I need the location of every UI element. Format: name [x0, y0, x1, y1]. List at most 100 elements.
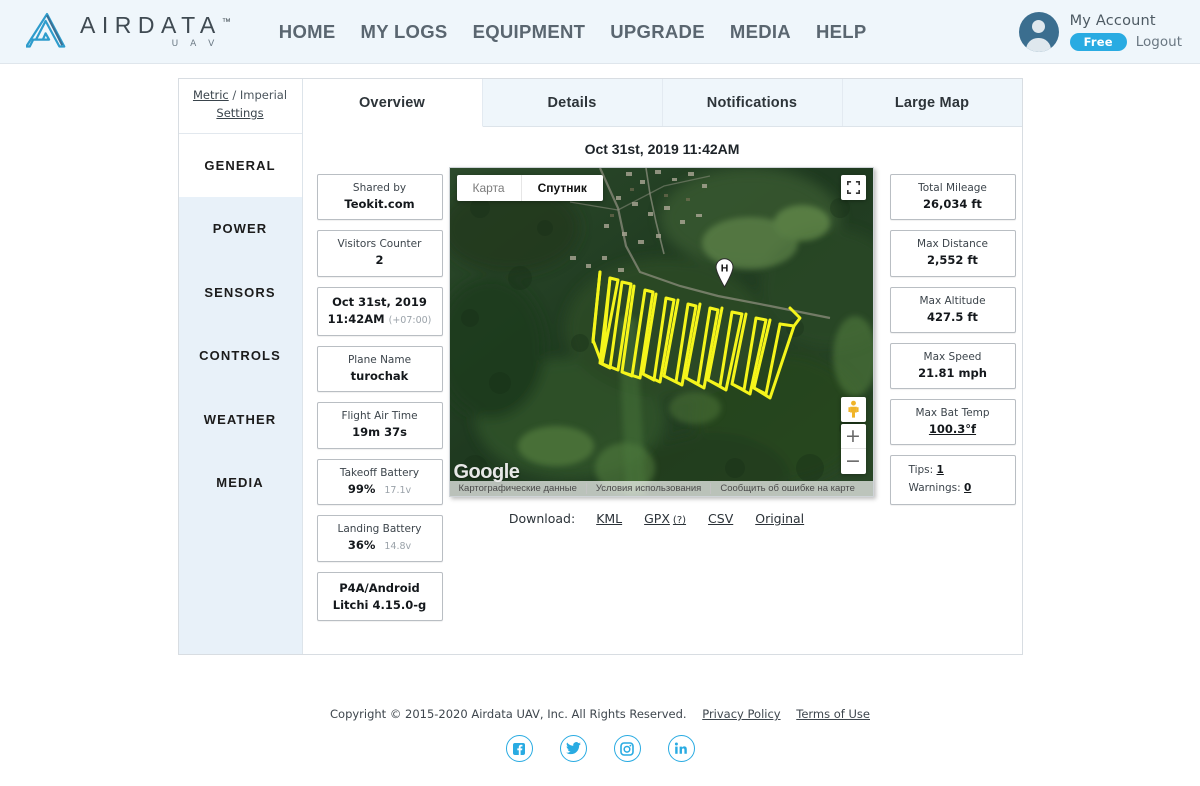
tab-notifications[interactable]: Notifications [663, 79, 843, 126]
card-flight-datetime: Oct 31st, 2019 11:42AM (+07:00) [316, 286, 443, 337]
plan-badge[interactable]: Free [1069, 32, 1127, 51]
privacy-policy-link[interactable]: Privacy Policy [702, 707, 780, 721]
card-landing-battery: Landing Battery 36% 14.8v [316, 515, 443, 562]
nav-home[interactable]: HOME [279, 21, 336, 43]
tab-details[interactable]: Details [483, 79, 663, 126]
nav-equipment[interactable]: EQUIPMENT [473, 21, 586, 43]
warnings-count[interactable]: 0 [964, 482, 971, 494]
street-view-pegman-icon [847, 400, 859, 418]
card-flight-timezone: (+07:00) [388, 314, 432, 326]
card-max-speed-value: 21.81 mph [918, 365, 987, 380]
home-marker[interactable]: H [714, 257, 735, 292]
copyright-text: Copyright © 2015-2020 Airdata UAV, Inc. … [330, 707, 687, 721]
airdata-triangle-logo-icon [26, 12, 66, 48]
overview-body: Shared by Teokit.com Visitors Counter 2 … [303, 167, 1022, 621]
map-fullscreen-button[interactable] [840, 175, 866, 200]
flight-date-heading: Oct 31st, 2019 11:42AM [584, 141, 740, 157]
panel-content: Overview Details Notifications Large Map… [302, 79, 1022, 654]
right-stats-column: Total Mileage 26,034 ft Max Distance 2,5… [889, 167, 1016, 621]
sidebar-item-media[interactable]: MEDIA [179, 451, 302, 515]
svg-text:H: H [721, 262, 729, 274]
sidebar-item-power[interactable]: POWER [179, 197, 302, 261]
terms-of-use-link[interactable]: Terms of Use [796, 707, 870, 721]
sidebar-item-sensors[interactable]: SENSORS [179, 261, 302, 325]
nav-upgrade[interactable]: UPGRADE [610, 21, 705, 43]
logout-link[interactable]: Logout [1136, 34, 1182, 50]
tips-label: Tips: [908, 464, 934, 477]
card-total-mileage-label: Total Mileage [918, 182, 987, 194]
instagram-glyph-icon [620, 741, 634, 756]
tab-overview[interactable]: Overview [302, 79, 483, 127]
brand-logo-area[interactable]: AIRDATA™ U A V [26, 12, 231, 52]
map-type-roadmap-button[interactable]: Карта [457, 175, 521, 201]
units-metric-link[interactable]: Metric [193, 88, 229, 102]
flight-map[interactable]: Карта Спутник H + − Google Картографичес… [448, 167, 874, 497]
card-device-app: P4A/Android Litchi 4.15.0-g [316, 571, 443, 621]
card-landing-battery-percent: 36% [347, 538, 376, 553]
map-type-control: Карта Спутник [456, 175, 603, 201]
tab-large-map[interactable]: Large Map [843, 79, 1022, 126]
account-area: My Account Free Logout [1018, 11, 1182, 52]
download-original-link[interactable]: Original [755, 511, 804, 526]
my-account-link[interactable]: My Account [1070, 13, 1182, 29]
download-csv-link[interactable]: CSV [708, 511, 733, 526]
twitter-icon[interactable] [559, 735, 587, 762]
card-flight-date: Oct 31st, 2019 [332, 294, 427, 309]
map-zoom-control: + − [840, 424, 866, 474]
units-imperial-label[interactable]: Imperial [240, 88, 287, 102]
card-air-time-value: 19m 37s [352, 425, 407, 440]
street-view-pegman-button[interactable] [840, 397, 866, 422]
fullscreen-icon [846, 181, 860, 194]
card-total-mileage: Total Mileage 26,034 ft [889, 174, 1016, 221]
instagram-icon[interactable] [613, 735, 641, 762]
twitter-glyph-icon [565, 742, 581, 755]
brand-name: AIRDATA [80, 12, 222, 38]
sidebar-item-weather[interactable]: WEATHER [179, 388, 302, 452]
card-plane-name: Plane Name turochak [316, 346, 443, 393]
card-max-distance: Max Distance 2,552 ft [889, 230, 1016, 277]
flight-overview-panel: Metric / Imperial Settings GENERAL POWER… [177, 78, 1023, 655]
sidebar-item-general[interactable]: GENERAL [178, 133, 302, 198]
settings-link[interactable]: Settings [216, 106, 263, 120]
sidebar-item-controls[interactable]: CONTROLS [179, 324, 302, 388]
card-flight-air-time: Flight Air Time 19m 37s [316, 402, 443, 449]
card-max-speed: Max Speed 21.81 mph [889, 342, 1016, 390]
card-max-distance-label: Max Distance [917, 238, 988, 251]
map-type-satellite-button[interactable]: Спутник [520, 175, 603, 201]
warnings-label: Warnings: [908, 481, 961, 494]
site-footer: Copyright © 2015-2020 Airdata UAV, Inc. … [0, 655, 1200, 762]
card-shared-by-value: Teokit.com [344, 197, 415, 212]
main-navigation: HOME MY LOGS EQUIPMENT UPGRADE MEDIA HEL… [279, 21, 867, 43]
tips-count[interactable]: 1 [937, 464, 944, 476]
facebook-icon[interactable] [505, 735, 533, 762]
units-settings-box: Metric / Imperial Settings [178, 79, 302, 134]
download-kml-link[interactable]: KML [596, 511, 622, 526]
social-links [0, 735, 1200, 762]
copyright-line: Copyright © 2015-2020 Airdata UAV, Inc. … [0, 707, 1200, 721]
card-app-version: Litchi 4.15.0-g [332, 597, 427, 612]
linkedin-icon[interactable] [667, 735, 695, 762]
card-tips-warnings: Tips: 1 Warnings: 0 [889, 455, 1016, 505]
card-takeoff-battery: Takeoff Battery 99% 17.1v [316, 458, 443, 506]
page-wrapper: Metric / Imperial Settings GENERAL POWER… [0, 64, 1200, 655]
attrib-report-error[interactable]: Сообщить об ошибке на карте [711, 483, 864, 494]
map-zoom-in-button[interactable]: + [840, 424, 866, 449]
user-avatar-icon[interactable] [1018, 11, 1059, 52]
attrib-terms-of-use[interactable]: Условия использования [587, 483, 712, 494]
nav-my-logs[interactable]: MY LOGS [360, 21, 447, 43]
attrib-map-data[interactable]: Картографические данные [450, 483, 587, 494]
download-row: Download: KML GPX (?) CSV Original [449, 497, 874, 526]
map-column: Карта Спутник H + − Google Картографичес… [443, 167, 880, 621]
download-gpx-help-link[interactable]: (?) [673, 515, 686, 526]
map-zoom-out-button[interactable]: − [841, 449, 866, 474]
card-max-bat-temp-value[interactable]: 100.3°f [895, 421, 1011, 437]
tips-line: Tips: 1 [895, 462, 944, 479]
card-visitors-counter: Visitors Counter 2 [316, 230, 443, 277]
nav-help[interactable]: HELP [816, 21, 867, 43]
nav-media[interactable]: MEDIA [730, 21, 791, 43]
card-visitors-label: Visitors Counter [337, 238, 422, 251]
download-gpx-link[interactable]: GPX [644, 511, 670, 526]
tab-bar: Overview Details Notifications Large Map [302, 79, 1022, 127]
card-landing-battery-value: 36% 14.8v [322, 537, 438, 553]
card-max-altitude-label: Max Altitude [919, 294, 986, 307]
